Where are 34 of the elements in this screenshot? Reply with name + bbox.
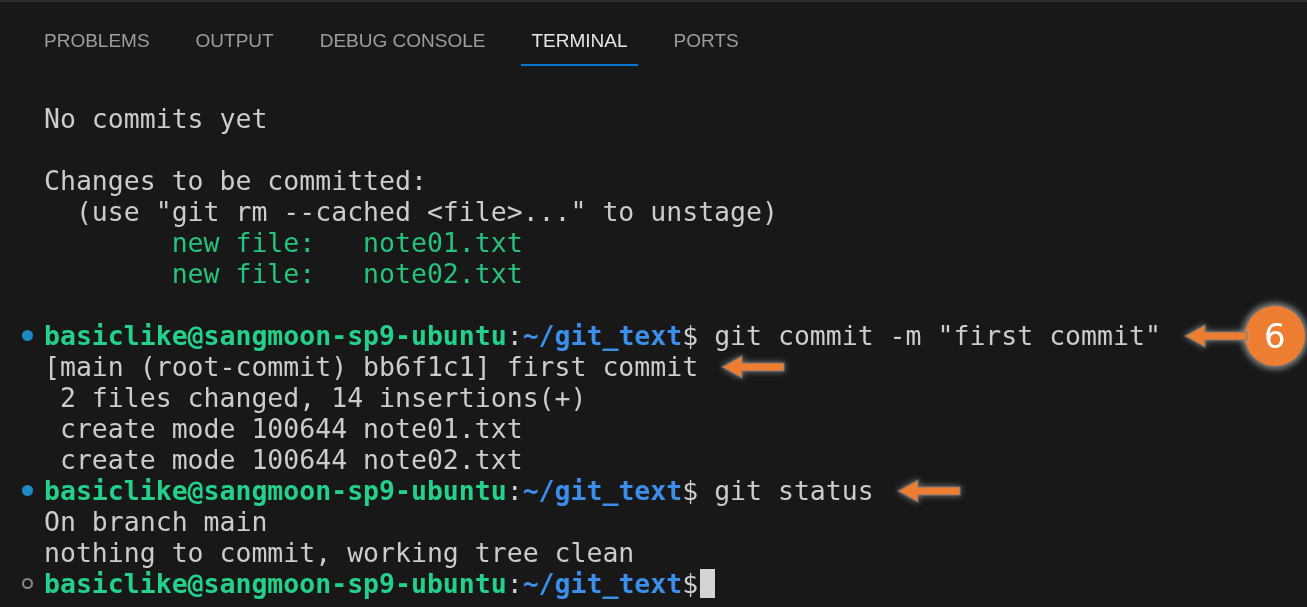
prompt-colon: : [506,475,523,506]
staged-file-line: new file: note02.txt [170,258,523,289]
command-status-dot[interactable] [21,485,33,496]
terminal-output: (use "git rm --cached <file>..." to unstage) [74,196,778,227]
prompt-user-host: basiclike@sangmoon-sp9-ubuntu [44,568,507,599]
panel-tab[interactable]: PROBLEMS [34,14,160,66]
terminal-output: 2 files changed, 14 insertions(+) [58,382,587,413]
terminal-output: No commits yet [44,103,268,134]
terminal-output: nothing to commit, working tree clean [44,537,635,568]
panel-tab[interactable]: DEBUG CONSOLE [309,14,496,66]
command-status-dot[interactable] [21,330,33,341]
prompt-dollar: $ [682,475,699,506]
terminal-output: create mode 100644 note01.txt [58,413,523,444]
prompt-path: ~/git_text [522,320,683,351]
terminal-output: On branch main [44,506,268,537]
prompt-path: ~/git_text [522,568,683,599]
panel-tab[interactable]: PORTS [663,14,749,66]
command-status-dot[interactable] [21,578,33,589]
terminal-command: git status [713,475,874,506]
terminal-command: git commit -m "first commit" [713,320,1161,351]
prompt-colon: : [506,568,523,599]
terminal-output: [main (root-commit) bb6f1c1] first commit [44,351,699,382]
staged-file-line: new file: note01.txt [170,227,523,258]
terminal-output: create mode 100644 note02.txt [58,444,523,475]
prompt-colon: : [506,320,523,351]
prompt-dollar: $ [682,568,699,599]
prompt-user-host: basiclike@sangmoon-sp9-ubuntu [44,320,507,351]
panel-tab[interactable]: TERMINAL [521,14,638,66]
terminal-output: Changes to be committed: [44,165,427,196]
prompt-dollar: $ [682,320,699,351]
prompt-user-host: basiclike@sangmoon-sp9-ubuntu [44,475,507,506]
prompt-path: ~/git_text [522,475,683,506]
step-number-badge: 6 [1244,305,1305,366]
panel-tab[interactable]: OUTPUT [185,14,284,66]
